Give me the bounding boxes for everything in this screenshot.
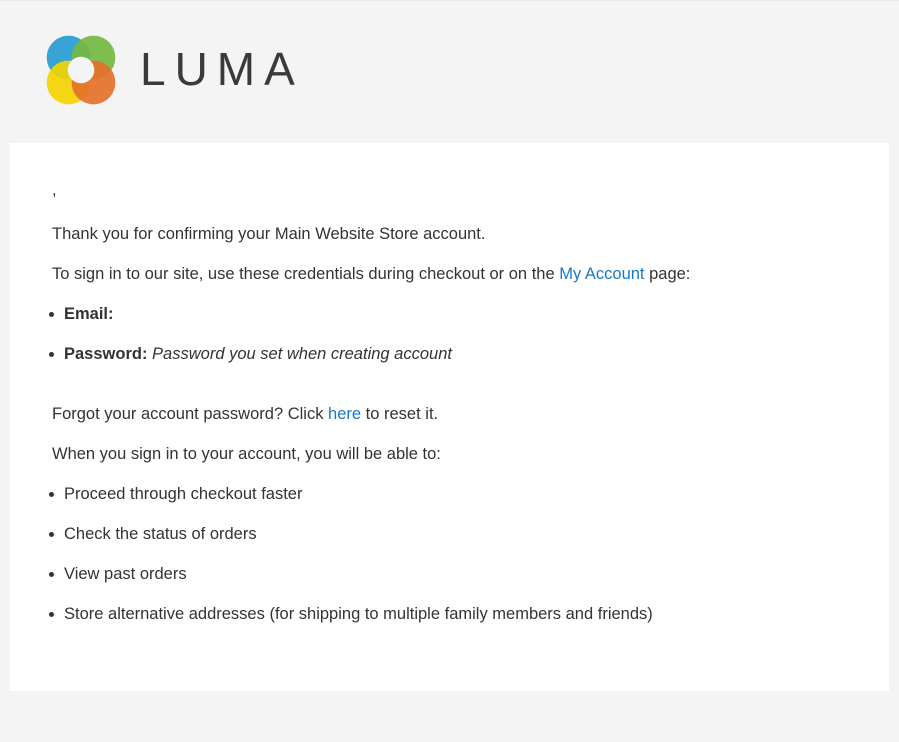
list-item: View past orders: [42, 563, 859, 585]
reset-password-here-link[interactable]: here: [328, 405, 361, 423]
forgot-text-before-link: Forgot your account password? Click: [52, 405, 329, 423]
brand-wordmark: LUMA: [140, 42, 304, 95]
email-page: LUMA , Thank you for confirming your Mai…: [0, 1, 899, 742]
list-item: Password: Password you set when creating…: [42, 343, 859, 365]
greeting-line: ,: [52, 181, 57, 199]
email-content-panel: , Thank you for confirming your Main Web…: [10, 143, 889, 691]
benefits-intro-paragraph: When you sign in to your account, you wi…: [52, 445, 441, 463]
credential-label-password: Password:: [64, 345, 148, 363]
list-item: Proceed through checkout faster: [42, 483, 859, 505]
forgot-text-after-link: to reset it.: [361, 405, 439, 423]
my-account-link[interactable]: My Account: [559, 265, 644, 283]
list-item: Store alternative addresses (for shippin…: [42, 603, 859, 625]
thank-you-paragraph: Thank you for confirming your Main Websi…: [52, 225, 486, 243]
list-item: Check the status of orders: [42, 523, 859, 545]
credential-label-email: Email:: [64, 305, 114, 323]
credential-value-password: Password you set when creating account: [152, 345, 452, 363]
signin-text-after-link: page:: [644, 265, 691, 283]
signin-text-before-link: To sign in to our site, use these creden…: [52, 265, 560, 283]
luma-flower-logo-icon: [42, 31, 120, 109]
email-header: LUMA: [0, 1, 899, 143]
signin-instructions-paragraph: To sign in to our site, use these creden…: [52, 263, 859, 285]
benefits-list: Proceed through checkout faster Check th…: [42, 483, 859, 625]
list-item: Email:: [42, 303, 859, 325]
credentials-list: Email: Password: Password you set when c…: [42, 303, 859, 365]
brand-logo[interactable]: LUMA: [42, 31, 899, 109]
forgot-password-paragraph: Forgot your account password? Click here…: [52, 403, 859, 425]
